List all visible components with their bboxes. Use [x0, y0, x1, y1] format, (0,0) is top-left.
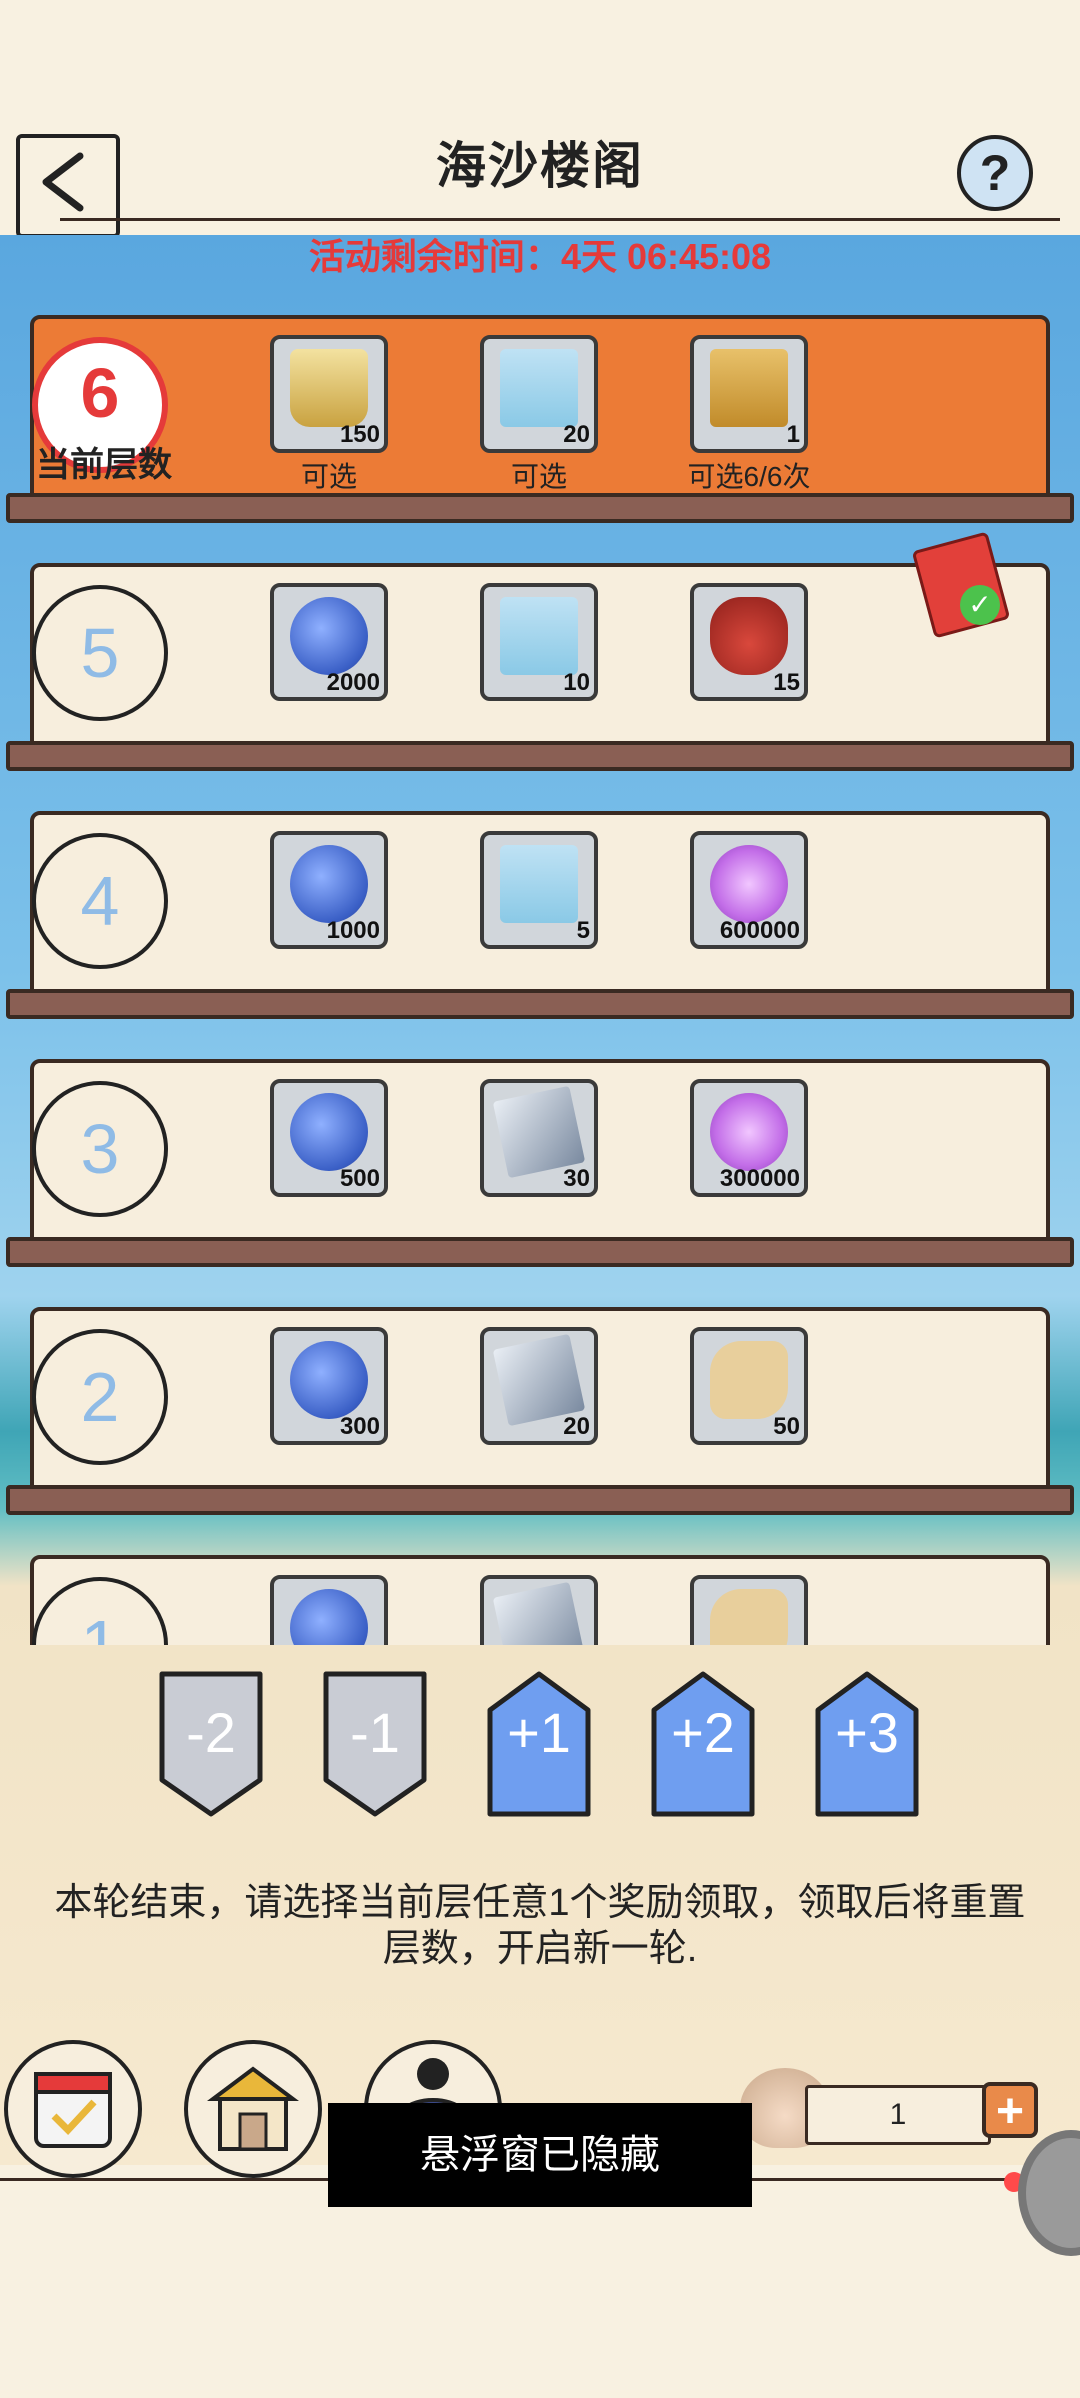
blue-ball-icon	[290, 1093, 368, 1171]
reward-quantity: 300000	[719, 1165, 800, 1192]
reward-quantity: 10	[563, 669, 590, 696]
blue-ball-icon	[290, 845, 368, 923]
cloth-icon	[710, 1589, 788, 1645]
step-button-plus-3[interactable]: +3	[814, 1670, 920, 1818]
reward-quantity: 1000	[326, 917, 380, 944]
step-button-minus-2[interactable]: -2	[158, 1670, 264, 1818]
reward-item[interactable]: 300000	[690, 1079, 808, 1197]
check-icon: ✓	[960, 585, 1000, 625]
reward-item[interactable]: 600000	[690, 831, 808, 949]
reward-item[interactable]: 300	[270, 1327, 388, 1445]
step-button-plus-2[interactable]: +2	[650, 1670, 756, 1818]
badge-icon	[290, 349, 368, 427]
floor-number-badge: 2	[32, 1329, 168, 1465]
step-selector: -2 -1 +1 +2 +3	[0, 1670, 1080, 1820]
step-button-minus-1[interactable]: -1	[322, 1670, 428, 1818]
plus-icon: +	[995, 2085, 1025, 2138]
reward-item[interactable]: 150	[270, 335, 388, 453]
shelf-board	[6, 493, 1074, 523]
calendar-button[interactable]	[4, 2040, 142, 2178]
blue-ball-icon	[290, 597, 368, 675]
selectable-label: 可选	[300, 461, 357, 492]
reward-item[interactable]: 1000	[270, 831, 388, 949]
tag-icon	[500, 349, 578, 427]
quantity-field[interactable]: 1	[805, 2085, 991, 2145]
reward-quantity: 20	[563, 1413, 590, 1440]
reward-quantity: 20	[563, 421, 590, 448]
selectable-label: 可选	[510, 461, 567, 492]
calendar-icon	[34, 2072, 112, 2148]
header-divider	[60, 218, 1060, 221]
reward-item[interactable]	[270, 1575, 388, 1645]
timer-value: 4天 06:45:08	[560, 236, 772, 277]
reward-item[interactable]: 10	[480, 583, 598, 701]
shelf-board	[6, 741, 1074, 771]
reward-quantity: 30	[563, 1165, 590, 1192]
blue-ball-icon	[290, 1589, 368, 1645]
sheet-icon	[492, 1581, 586, 1645]
plus-button[interactable]: +	[982, 2082, 1038, 2138]
step-value: +2	[671, 1701, 735, 1764]
step-value: +3	[835, 1701, 899, 1764]
floor-number-badge: 3	[32, 1081, 168, 1217]
reward-quantity: 15	[773, 669, 800, 696]
purple-orb-icon	[710, 1093, 788, 1171]
reward-quantity: 2000	[326, 669, 380, 696]
step-value: +1	[507, 1701, 571, 1764]
reward-item[interactable]: 5	[480, 831, 598, 949]
shelf-board	[6, 1485, 1074, 1515]
reward-quantity: 50	[773, 1413, 800, 1440]
page-title: 海沙楼阁	[436, 138, 644, 194]
reward-item[interactable]: 2000	[270, 583, 388, 701]
shop-button[interactable]	[184, 2040, 322, 2178]
reward-quantity: 5	[576, 917, 590, 944]
timer-label: 活动剩余时间：	[308, 236, 561, 277]
help-button[interactable]: ?	[957, 135, 1033, 211]
step-button-plus-1[interactable]: +1	[486, 1670, 592, 1818]
shelf-board	[6, 1237, 1074, 1267]
floor-number-badge: 5	[32, 585, 168, 721]
floor-5: 5 2000 10 15	[6, 563, 1074, 778]
reward-item[interactable]	[480, 1575, 598, 1645]
reward-item[interactable]	[690, 1575, 808, 1645]
shop-icon	[207, 2066, 299, 2151]
reward-quantity: 600000	[719, 917, 800, 944]
floor-number-badge: 4	[32, 833, 168, 969]
round-end-notice: 本轮结束，请选择当前层任意1个奖励领取，领取后将重置层数，开启新一轮.	[54, 1882, 1026, 1970]
reward-quantity: 300	[339, 1413, 380, 1440]
purple-orb-icon	[710, 845, 788, 923]
event-timer: 活动剩余时间：4天 06:45:08	[0, 228, 1080, 280]
red-bag-icon	[710, 597, 788, 675]
question-icon: ?	[979, 145, 1011, 201]
floor-2: 2 300 20 50	[6, 1307, 1074, 1522]
reward-item[interactable]: 50	[690, 1327, 808, 1445]
reward-quantity: 1	[786, 421, 800, 448]
status-bar-area	[0, 0, 1080, 110]
floor-3: 3 500 30 300000	[6, 1059, 1074, 1274]
floor-6: 6 当前层数 150 可选 20 可选 1 可选6/6次	[6, 315, 1074, 530]
tag-icon	[500, 597, 578, 675]
selectable-label: 可选6/6次	[687, 461, 811, 492]
cloth-icon	[710, 1341, 788, 1419]
step-value: -1	[350, 1701, 400, 1764]
reward-item[interactable]: 20	[480, 1327, 598, 1445]
reward-quantity: 150	[339, 421, 380, 448]
shelf-board	[6, 989, 1074, 1019]
reward-quantity: 500	[339, 1165, 380, 1192]
reward-item[interactable]: 20	[480, 335, 598, 453]
floor-4: 4 1000 5 600000	[6, 811, 1074, 1026]
floor-list[interactable]: 6 当前层数 150 可选 20 可选 1 可选6/6次 5 2000 10 15 4 1000 5 6000…	[0, 315, 1080, 1645]
reward-item[interactable]: 30	[480, 1079, 598, 1197]
tag-icon	[500, 845, 578, 923]
step-value: -2	[186, 1701, 236, 1764]
reward-item[interactable]: 500	[270, 1079, 388, 1197]
reward-item[interactable]: 15	[690, 583, 808, 701]
toast-message: 悬浮窗已隐藏	[328, 2103, 752, 2207]
current-floor-label: 当前层数	[36, 446, 172, 484]
blue-ball-icon	[290, 1341, 368, 1419]
floor-1: 1	[20, 1555, 1060, 1645]
reward-item[interactable]: 1	[690, 335, 808, 453]
gift-box-icon	[710, 349, 788, 427]
header: 海沙楼阁 ?	[0, 110, 1080, 238]
